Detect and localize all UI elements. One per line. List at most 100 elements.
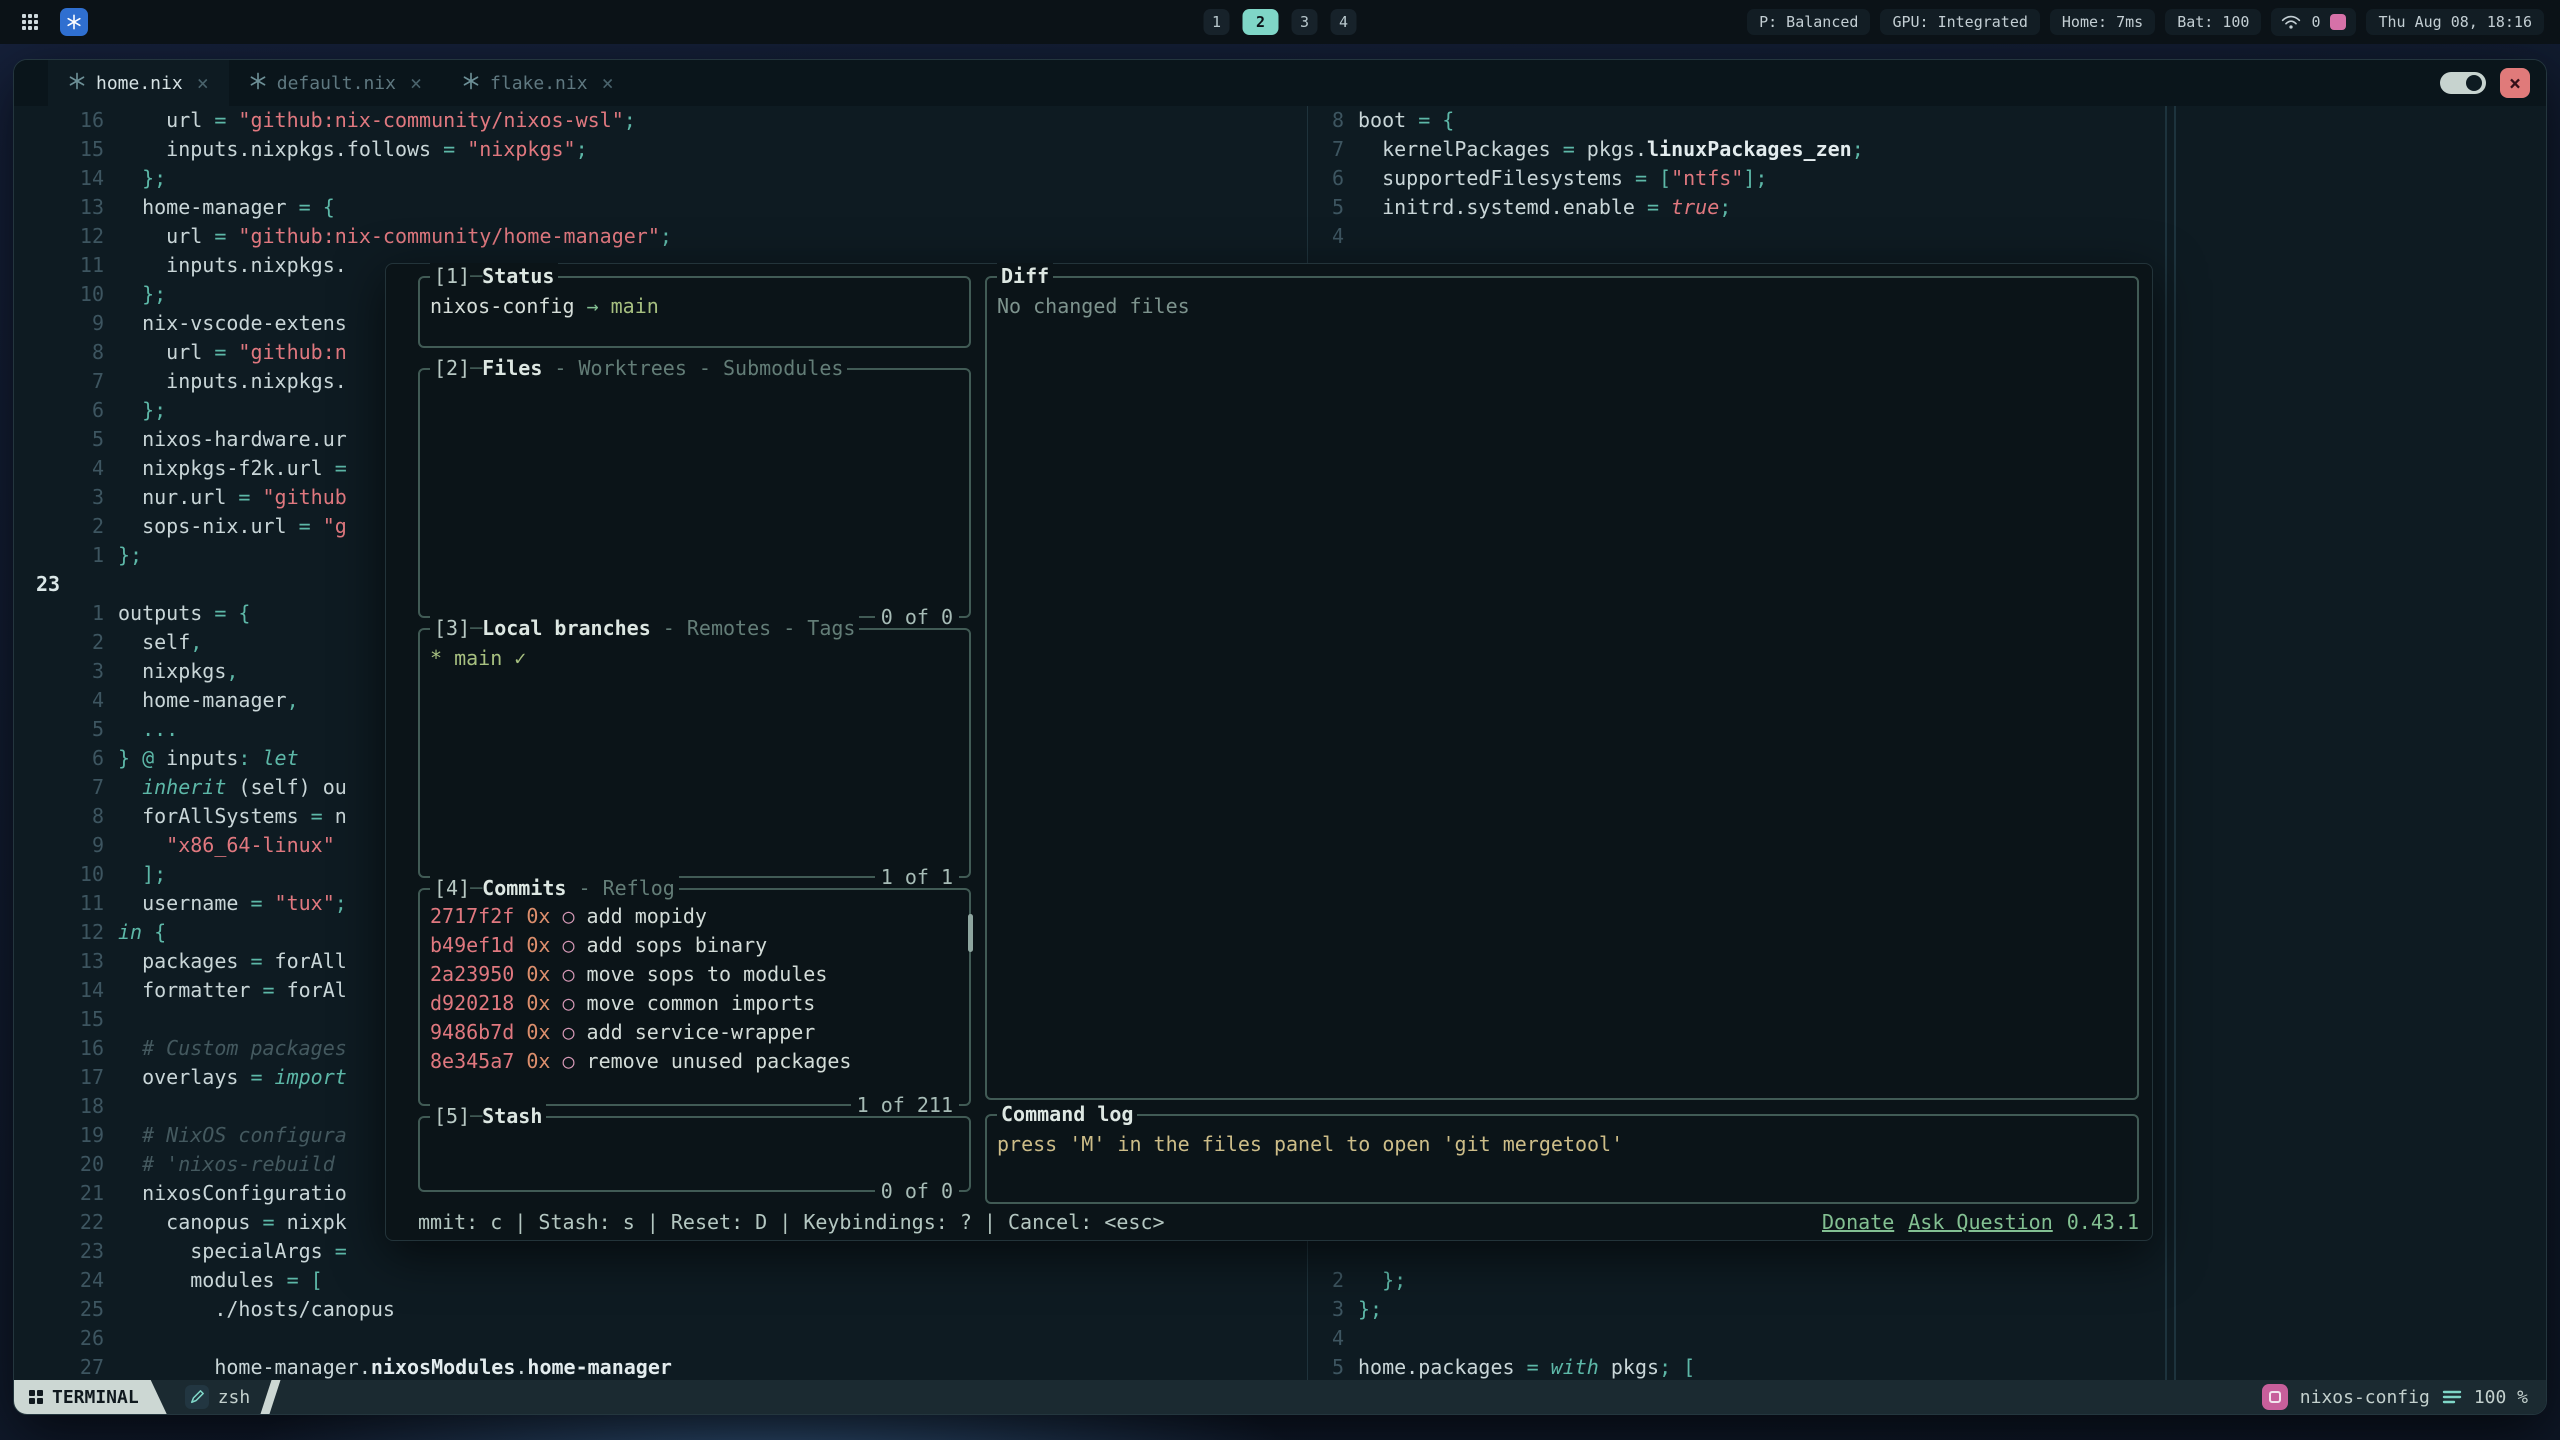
code-line: 24 modules = [ bbox=[14, 1266, 1307, 1295]
window-toggle[interactable] bbox=[2440, 72, 2486, 94]
line-number: 9 bbox=[14, 309, 118, 338]
code-line: 23 specialArgs = bbox=[14, 1237, 1307, 1266]
line-content: home-manager.nixosModules.home-manager bbox=[118, 1353, 672, 1380]
tab-label: flake.nix bbox=[490, 73, 588, 94]
line-content: supportedFilesystems = ["ntfs"]; bbox=[1358, 164, 1767, 193]
lazygit-links: Donate Ask Question 0.43.1 bbox=[1822, 1210, 2139, 1234]
repo-name: nixos-config bbox=[430, 294, 575, 318]
editor-area: 16 url = "github:nix-community/nixos-wsl… bbox=[14, 106, 2546, 1380]
status-bar: TERMINAL zsh nixos-config 100 % bbox=[14, 1380, 2546, 1414]
title-dash bbox=[470, 615, 482, 641]
commit-row[interactable]: 2a23950 0x ○ move sops to modules bbox=[420, 960, 969, 989]
panel-name: Diff bbox=[1001, 263, 1049, 289]
panel-title: [5]Stash bbox=[430, 1103, 546, 1129]
workspace-button-4[interactable]: 4 bbox=[1331, 9, 1357, 35]
line-content: in { bbox=[118, 918, 166, 947]
line-content: canopus = nixpk bbox=[118, 1208, 347, 1237]
line-number: 20 bbox=[14, 1150, 118, 1179]
app-launcher-icon[interactable] bbox=[16, 8, 44, 36]
line-number: 15 bbox=[14, 1005, 118, 1034]
commit-row[interactable]: 2717f2f 0x ○ add mopidy bbox=[420, 902, 969, 931]
line-number: 8 bbox=[14, 338, 118, 367]
code-line: 27 home-manager.nixosModules.home-manage… bbox=[14, 1353, 1307, 1380]
shell-tab[interactable]: zsh bbox=[185, 1385, 251, 1409]
powerline-separator bbox=[261, 1380, 281, 1414]
line-number: 11 bbox=[14, 889, 118, 918]
lazygit-files-panel[interactable]: [2]Files - Worktrees - Submodules 0 of 0 bbox=[418, 368, 971, 618]
commit-row[interactable]: 8e345a7 0x ○ remove unused packages bbox=[420, 1047, 969, 1076]
line-number: 21 bbox=[14, 1179, 118, 1208]
lazygit-status-panel[interactable]: [1]Status nixos-config → main bbox=[418, 276, 971, 348]
lazygit-command-log-panel[interactable]: Command log press 'M' in the files panel… bbox=[985, 1114, 2139, 1204]
line-content: ... bbox=[118, 715, 178, 744]
tab-close-icon[interactable]: × bbox=[410, 71, 422, 95]
column-ruler bbox=[2174, 106, 2176, 1380]
code-line: 15 inputs.nixpkgs.follows = "nixpkgs"; bbox=[14, 135, 1307, 164]
line-content: sops-nix.url = "g bbox=[118, 512, 347, 541]
tab-default.nix[interactable]: default.nix× bbox=[229, 60, 442, 106]
nix-snowflake-icon bbox=[68, 72, 86, 95]
panel-subtitle: - Remotes - Tags bbox=[651, 615, 856, 641]
workspace-button-1[interactable]: 1 bbox=[1204, 9, 1230, 35]
lazygit-popup: [1]Status nixos-config → main [2]Files -… bbox=[385, 263, 2153, 1241]
status-readout: P: Balanced bbox=[1747, 9, 1870, 35]
line-content: ]; bbox=[118, 860, 166, 889]
window-close-button[interactable]: × bbox=[2500, 68, 2530, 98]
session-name: nixos-config bbox=[2300, 1387, 2430, 1408]
tab-close-icon[interactable]: × bbox=[602, 71, 614, 95]
clock[interactable]: Thu Aug 08, 18:16 bbox=[2366, 9, 2544, 35]
lazygit-commits-panel[interactable]: [4]Commits - Reflog 2717f2f 0x ○ add mop… bbox=[418, 888, 971, 1106]
distro-logo-icon[interactable] bbox=[60, 8, 88, 36]
line-number: 2 bbox=[1308, 1266, 1358, 1295]
session-icon bbox=[2262, 1384, 2288, 1410]
system-tray[interactable]: 0 bbox=[2271, 8, 2356, 36]
scroll-percent: 100 % bbox=[2474, 1387, 2528, 1408]
lazygit-diff-panel[interactable]: Diff No changed files bbox=[985, 276, 2139, 1100]
line-number: 16 bbox=[14, 106, 118, 135]
line-content: modules = [ bbox=[118, 1266, 323, 1295]
line-number: 8 bbox=[1308, 106, 1358, 135]
lazygit-branches-panel[interactable]: [3]Local branches - Remotes - Tags * mai… bbox=[418, 628, 971, 878]
panel-title: [2]Files - Worktrees - Submodules bbox=[430, 355, 847, 381]
donate-link[interactable]: Donate bbox=[1822, 1210, 1894, 1234]
commit-row[interactable]: 9486b7d 0x ○ add service-wrapper bbox=[420, 1018, 969, 1047]
line-content: url = "github:n bbox=[118, 338, 347, 367]
commit-row[interactable]: b49ef1d 0x ○ add sops binary bbox=[420, 931, 969, 960]
nix-snowflake-icon bbox=[462, 72, 480, 95]
line-content: inputs.nixpkgs.follows = "nixpkgs"; bbox=[118, 135, 588, 164]
mode-indicator: TERMINAL bbox=[14, 1380, 167, 1414]
line-number: 23 bbox=[14, 570, 118, 599]
line-content: }; bbox=[118, 164, 166, 193]
tab-flake.nix[interactable]: flake.nix × bbox=[442, 60, 634, 106]
code-line: 6 supportedFilesystems = ["ntfs"]; bbox=[1308, 164, 2546, 193]
line-number: 25 bbox=[14, 1295, 118, 1324]
panel-key: [4] bbox=[434, 875, 470, 901]
tab-close-icon[interactable]: × bbox=[197, 71, 209, 95]
line-number: 6 bbox=[14, 396, 118, 425]
code-line: 5 initrd.systemd.enable = true; bbox=[1308, 193, 2546, 222]
workspace-button-3[interactable]: 3 bbox=[1292, 9, 1318, 35]
workspace-button-2[interactable]: 2 bbox=[1243, 9, 1279, 35]
line-number: 18 bbox=[14, 1092, 118, 1121]
line-content: specialArgs = bbox=[118, 1237, 347, 1266]
session-icon-inner bbox=[2269, 1391, 2281, 1403]
toggle-knob bbox=[2466, 75, 2482, 91]
lazygit-right-column: Diff No changed files Command log press … bbox=[985, 276, 2139, 1204]
keybind-hints: mmit: c | Stash: s | Reset: D | Keybindi… bbox=[418, 1210, 1165, 1234]
lazygit-left-column: [1]Status nixos-config → main [2]Files -… bbox=[418, 276, 971, 1204]
code-line: 4 bbox=[1308, 222, 2546, 251]
line-number: 13 bbox=[14, 947, 118, 976]
line-number: 7 bbox=[1308, 135, 1358, 164]
commit-row[interactable]: d920218 0x ○ move common imports bbox=[420, 989, 969, 1018]
panel-key: [1] bbox=[434, 263, 470, 289]
panel-name: Stash bbox=[482, 1103, 542, 1129]
code-line: 14 }; bbox=[14, 164, 1307, 193]
ask-question-link[interactable]: Ask Question bbox=[1908, 1210, 2053, 1234]
code-line: 8boot = { bbox=[1308, 106, 2546, 135]
line-content: username = "tux"; bbox=[118, 889, 347, 918]
line-number: 6 bbox=[1308, 164, 1358, 193]
scrollbar-thumb[interactable] bbox=[968, 914, 973, 952]
lazygit-stash-panel[interactable]: [5]Stash 0 of 0 bbox=[418, 1116, 971, 1192]
tab-home.nix[interactable]: home.nix× bbox=[48, 60, 229, 106]
line-number: 4 bbox=[14, 454, 118, 483]
